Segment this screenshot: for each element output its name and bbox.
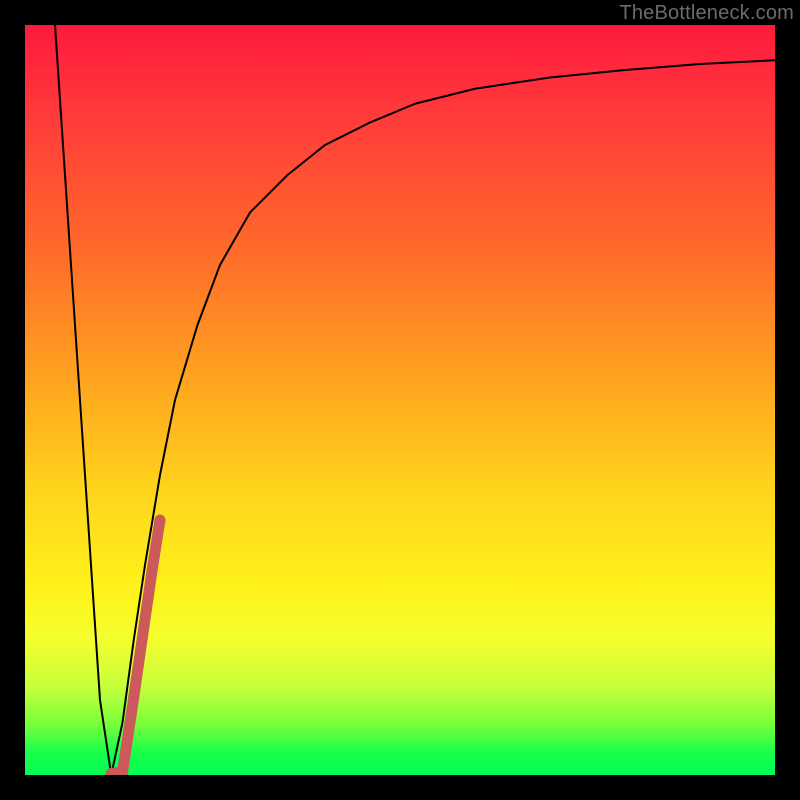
highlight-segment <box>111 520 160 774</box>
watermark-text: TheBottleneck.com <box>619 2 794 25</box>
black-curve <box>55 25 775 775</box>
plot-area <box>25 25 775 775</box>
plot-svg <box>25 25 775 775</box>
chart-frame: TheBottleneck.com <box>0 0 800 800</box>
